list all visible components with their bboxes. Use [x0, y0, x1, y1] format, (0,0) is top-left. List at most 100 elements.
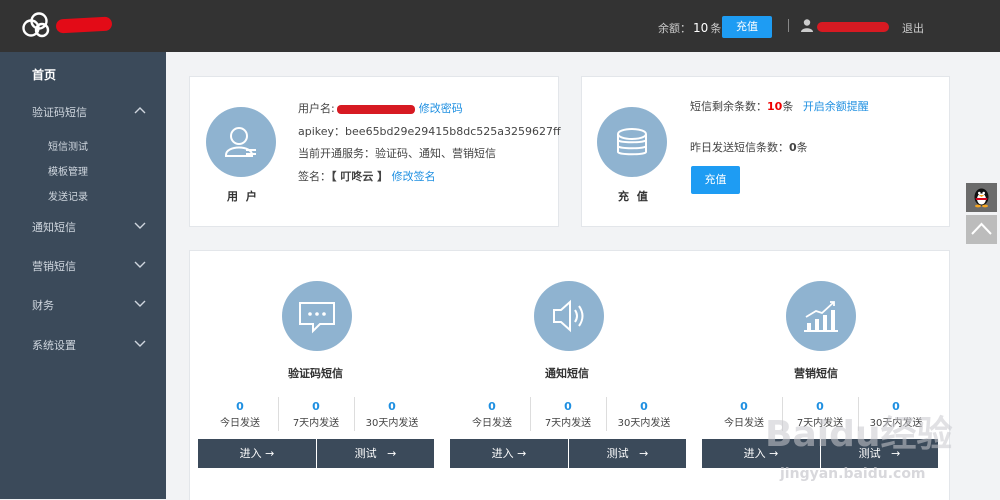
logout-link[interactable]: 退出: [902, 20, 924, 36]
enter-label: 进入: [491, 447, 514, 460]
stat-value: 0: [740, 400, 748, 413]
sidebar-item-verify-sms[interactable]: 验证码短信: [32, 104, 87, 120]
yesterday-value: 0: [789, 141, 797, 154]
sidebar-item-settings[interactable]: 系统设置: [32, 337, 76, 353]
test-label: 测试: [354, 447, 377, 460]
username-label: 用户名:: [298, 102, 335, 115]
sign-label: 签名：: [298, 170, 331, 183]
message-dots-icon: [299, 302, 335, 334]
trend-chart-icon: [804, 301, 838, 332]
verify-sms-icon-circle: [282, 281, 352, 351]
chevron-up-icon: [971, 222, 992, 235]
penguin-icon: [974, 188, 989, 208]
arrow-right-icon: →: [387, 447, 397, 460]
chevron-down-icon[interactable]: [134, 261, 146, 269]
remaining-value: 10: [767, 100, 783, 113]
sidebar-item-home[interactable]: 首页: [32, 66, 56, 83]
sidebar-item-finance[interactable]: 财务: [32, 297, 54, 313]
arrow-right-icon: →: [639, 447, 649, 460]
stat-value: 0: [488, 400, 496, 413]
stat-label: 7天内发送: [544, 418, 592, 429]
recharge-caption: 充 值: [618, 190, 650, 203]
notify-sms-title: 通知短信: [545, 367, 589, 380]
user-caption: 用 户: [227, 190, 259, 203]
recharge-card: 充 值 短信剩余条数：10条 开启余额提醒 昨日发送短信条数：0条 充值: [581, 76, 950, 227]
top-bar: 余额： 10 条 充值 退出: [0, 0, 1000, 52]
sign-value: 【 叮咚云 】: [331, 170, 389, 183]
remaining-row: 短信剩余条数：10条 开启余额提醒: [690, 98, 869, 114]
cloud-logo-icon: [22, 12, 50, 38]
balance-unit: 条: [710, 22, 722, 35]
redacted-brand-name: [55, 16, 113, 34]
sidebar-item-notify-sms[interactable]: 通知短信: [32, 219, 76, 235]
remaining-label: 短信剩余条数：: [690, 100, 767, 113]
redacted-username-value: [336, 104, 415, 114]
stat-value: 0: [564, 400, 572, 413]
services-card: 验证码短信 0 今日发送 0 7天内发送 0 30天内发送 进入 → 测试 → …: [189, 250, 950, 500]
coins-icon: [617, 128, 647, 156]
yesterday-unit: 条: [796, 141, 808, 154]
user-avatar: [206, 107, 276, 177]
redacted-username[interactable]: [817, 22, 889, 32]
arrow-right-icon: →: [265, 447, 275, 460]
logo[interactable]: [22, 12, 113, 38]
stat-label: 30天内发送: [365, 418, 419, 429]
change-password-link[interactable]: 修改密码: [419, 102, 463, 115]
stat-value: 0: [640, 400, 648, 413]
stat-value: 0: [312, 400, 320, 413]
sign-row: 签名：【 叮咚云 】 修改签名: [298, 168, 436, 184]
verify-sms-title: 验证码短信: [288, 367, 343, 380]
back-to-top-button[interactable]: [966, 215, 997, 244]
marketing-sms-title: 营销短信: [794, 367, 838, 380]
chevron-down-icon[interactable]: [134, 340, 146, 348]
yesterday-row: 昨日发送短信条数：0条: [690, 139, 808, 155]
apikey-label: apikey：: [298, 125, 346, 138]
recharge-avatar: [597, 107, 667, 177]
header-recharge-button[interactable]: 充值: [722, 16, 772, 38]
balance-value: 10: [693, 21, 709, 35]
enter-label: 进入: [239, 447, 262, 460]
stat-value: 0: [236, 400, 244, 413]
stat-label: 7天内发送: [292, 418, 340, 429]
arrow-right-icon: →: [517, 447, 527, 460]
sidebar-subitem-sms-test[interactable]: 短信测试: [48, 138, 88, 153]
stat-value: 0: [388, 400, 396, 413]
sidebar-subitem-send-log[interactable]: 发送记录: [48, 188, 88, 203]
test-label: 测试: [606, 447, 629, 460]
notify-sms-icon-circle: [534, 281, 604, 351]
recharge-button[interactable]: 充值: [691, 166, 740, 194]
services-label: 当前开通服务：: [298, 147, 375, 160]
chevron-down-icon[interactable]: [134, 222, 146, 230]
stat-label: 今日发送: [220, 418, 260, 429]
stat-label: 今日发送: [472, 418, 512, 429]
sidebar-item-marketing-sms[interactable]: 营销短信: [32, 258, 76, 274]
balance-label: 余额：: [658, 22, 691, 35]
user-card: 用 户 用户名: 修改密码 apikey：bee65bd29e29415b8dc5…: [189, 76, 561, 227]
chevron-down-icon[interactable]: [134, 300, 146, 308]
services-row: 当前开通服务：验证码、通知、营销短信: [298, 145, 496, 161]
apikey-row: apikey：bee65bd29e29415b8dc525a3259627ff: [298, 123, 561, 139]
baidu-watermark-url: jingyan.baidu.com: [780, 466, 926, 482]
baidu-watermark-logo: Baidu经验: [765, 414, 953, 455]
username-row: 用户名: 修改密码: [298, 100, 463, 116]
verify-test-button[interactable]: 测试 →: [317, 439, 434, 468]
user-profile-icon: [225, 127, 256, 157]
sidebar: 首页 验证码短信 短信测试 模板管理 发送记录 通知短信 营销短信 财务 系统设…: [0, 52, 166, 499]
services-value: 验证码、通知、营销短信: [375, 147, 496, 160]
enter-label: 进入: [743, 447, 766, 460]
verify-enter-button[interactable]: 进入 →: [198, 439, 316, 468]
speaker-icon: [553, 299, 584, 333]
notify-enter-button[interactable]: 进入 →: [450, 439, 568, 468]
stat-label: 30天内发送: [617, 418, 671, 429]
marketing-sms-icon-circle: [786, 281, 856, 351]
notify-test-button[interactable]: 测试 →: [569, 439, 686, 468]
chevron-up-icon[interactable]: [134, 106, 146, 114]
yesterday-label: 昨日发送短信条数：: [690, 141, 789, 154]
sidebar-subitem-templates[interactable]: 模板管理: [48, 163, 88, 178]
change-sign-link[interactable]: 修改签名: [392, 170, 436, 183]
qq-chat-button[interactable]: [966, 183, 997, 212]
header-divider: [788, 19, 789, 32]
balance-display: 余额： 10 条: [658, 20, 721, 36]
balance-alert-link[interactable]: 开启余额提醒: [803, 100, 869, 113]
apikey-value: bee65bd29e29415b8dc525a3259627ff: [345, 125, 561, 138]
